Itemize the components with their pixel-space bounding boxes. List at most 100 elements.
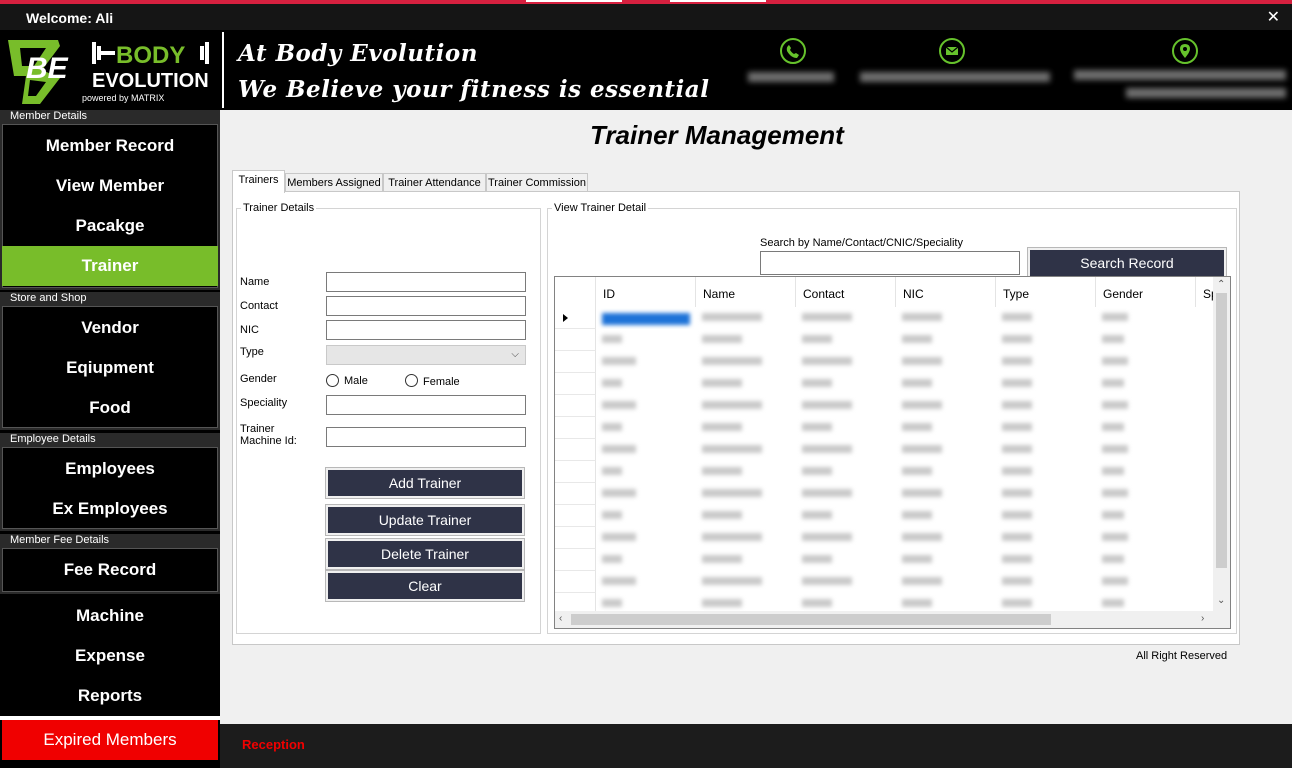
sidebar-item-food[interactable]: Food (2, 388, 218, 428)
cell-blurred (1002, 401, 1032, 409)
tab-members-assigned[interactable]: Members Assigned (285, 173, 383, 193)
row-header[interactable] (555, 307, 596, 329)
table-row[interactable] (596, 461, 1216, 483)
delete-trainer-button[interactable]: Delete Trainer (325, 538, 525, 570)
row-header[interactable] (555, 527, 596, 549)
column-header-id[interactable]: ID (596, 277, 696, 307)
row-header[interactable] (555, 549, 596, 571)
table-row[interactable] (596, 395, 1216, 417)
scroll-up-icon[interactable]: ⌃ (1217, 279, 1225, 290)
nic-input[interactable] (326, 320, 526, 340)
table-row[interactable] (596, 373, 1216, 395)
cell-blurred (802, 577, 852, 585)
sidebar-item-expense[interactable]: Expense (2, 636, 218, 676)
column-header-type[interactable]: Type (996, 277, 1096, 307)
group-label: Member Details (8, 110, 90, 122)
sidebar-item-ex-employees[interactable]: Ex Employees (2, 489, 218, 529)
column-header-gender[interactable]: Gender (1096, 277, 1196, 307)
table-row[interactable] (596, 351, 1216, 373)
row-header[interactable] (555, 351, 596, 373)
scroll-left-icon[interactable]: ‹ (559, 613, 562, 624)
table-row[interactable] (596, 505, 1216, 527)
gender-female-label: Female (423, 376, 460, 388)
gender-female-radio[interactable] (405, 374, 418, 387)
add-trainer-button[interactable]: Add Trainer (325, 467, 525, 499)
tab-trainer-attendance[interactable]: Trainer Attendance (383, 173, 486, 193)
cell-blurred (902, 489, 942, 497)
column-header-nic[interactable]: NIC (896, 277, 996, 307)
tab-trainer-commission[interactable]: Trainer Commission (486, 173, 588, 193)
logo-powered-text: powered by MATRIX (82, 93, 164, 103)
horizontal-scroll-thumb[interactable] (571, 614, 1051, 625)
cell-blurred (702, 467, 742, 475)
cell-blurred (902, 533, 942, 541)
row-header[interactable] (555, 439, 596, 461)
row-header[interactable] (555, 461, 596, 483)
table-row[interactable] (596, 307, 1216, 329)
phone-number-blurred (748, 72, 834, 82)
table-row[interactable] (596, 549, 1216, 571)
contact-label: Contact (240, 300, 278, 312)
table-row[interactable] (596, 527, 1216, 549)
table-row[interactable] (596, 329, 1216, 351)
name-input[interactable] (326, 272, 526, 292)
sidebar-item-reports[interactable]: Reports (2, 676, 218, 716)
row-header[interactable] (555, 373, 596, 395)
cell-blurred (802, 445, 852, 453)
tab-trainers[interactable]: Trainers (232, 170, 285, 193)
scroll-down-icon[interactable]: ⌄ (1217, 595, 1225, 606)
machine-id-input[interactable] (326, 427, 526, 447)
machine-id-label-line-1: Trainer (240, 423, 275, 435)
cell-blurred (602, 555, 622, 563)
sidebar-item-trainer[interactable]: Trainer (2, 246, 218, 286)
sidebar-item-machine[interactable]: Machine (2, 596, 218, 636)
cell-blurred (602, 511, 622, 519)
row-header[interactable] (555, 505, 596, 527)
update-trainer-button[interactable]: Update Trainer (325, 504, 525, 536)
cell-blurred (1102, 445, 1128, 453)
sidebar-item-view-member[interactable]: View Member (2, 166, 218, 206)
table-row[interactable] (596, 417, 1216, 439)
cell-blurred (1002, 379, 1032, 387)
row-header[interactable] (555, 329, 596, 351)
expired-members-button[interactable]: Expired Members (2, 720, 218, 760)
search-input[interactable] (760, 251, 1020, 275)
cell-blurred (802, 357, 852, 365)
sidebar-item-fee-record[interactable]: Fee Record (2, 550, 218, 590)
trainer-grid[interactable]: ID Name Contact NIC Type Gender Sp ⌃ ⌄ ‹ (554, 276, 1231, 629)
row-header[interactable] (555, 395, 596, 417)
speciality-input[interactable] (326, 395, 526, 415)
sidebar-item-member-record[interactable]: Member Record (2, 126, 218, 166)
horizontal-scrollbar[interactable]: ‹ › (555, 611, 1230, 628)
clear-button[interactable]: Clear (325, 570, 525, 602)
cell-blurred (702, 313, 762, 321)
row-header[interactable] (555, 417, 596, 439)
sidebar-item-package[interactable]: Pacakge (2, 206, 218, 246)
contact-input[interactable] (326, 296, 526, 316)
vertical-scroll-thumb[interactable] (1216, 293, 1227, 568)
cell-blurred (1002, 533, 1032, 541)
column-header-name[interactable]: Name (696, 277, 796, 307)
scroll-right-icon[interactable]: › (1201, 613, 1204, 624)
vertical-scrollbar[interactable]: ⌃ ⌄ (1213, 277, 1230, 612)
view-trainer-detail-group: View Trainer Detail Search by Name/Conta… (547, 202, 1237, 634)
gender-male-radio[interactable] (326, 374, 339, 387)
row-header[interactable] (555, 483, 596, 505)
sidebar-item-equipment[interactable]: Eqiupment (2, 348, 218, 388)
title-bar: Welcome: Ali ✕ (0, 4, 1292, 30)
search-record-button[interactable]: Search Record (1027, 247, 1227, 279)
table-row[interactable] (596, 483, 1216, 505)
row-header[interactable] (555, 571, 596, 593)
column-header-contact[interactable]: Contact (796, 277, 896, 307)
table-row[interactable] (596, 571, 1216, 593)
mail-icon (939, 38, 965, 64)
table-row[interactable] (596, 439, 1216, 461)
logo-body-text: BODY (116, 42, 185, 69)
close-icon[interactable]: ✕ (1267, 7, 1280, 27)
contact-strip (744, 34, 1292, 108)
speciality-label: Speciality (240, 397, 288, 409)
sidebar-item-vendor[interactable]: Vendor (2, 308, 218, 348)
type-dropdown[interactable]: ⌵ (326, 345, 526, 365)
sidebar-item-employees[interactable]: Employees (2, 449, 218, 489)
group-label: Store and Shop (8, 292, 89, 304)
